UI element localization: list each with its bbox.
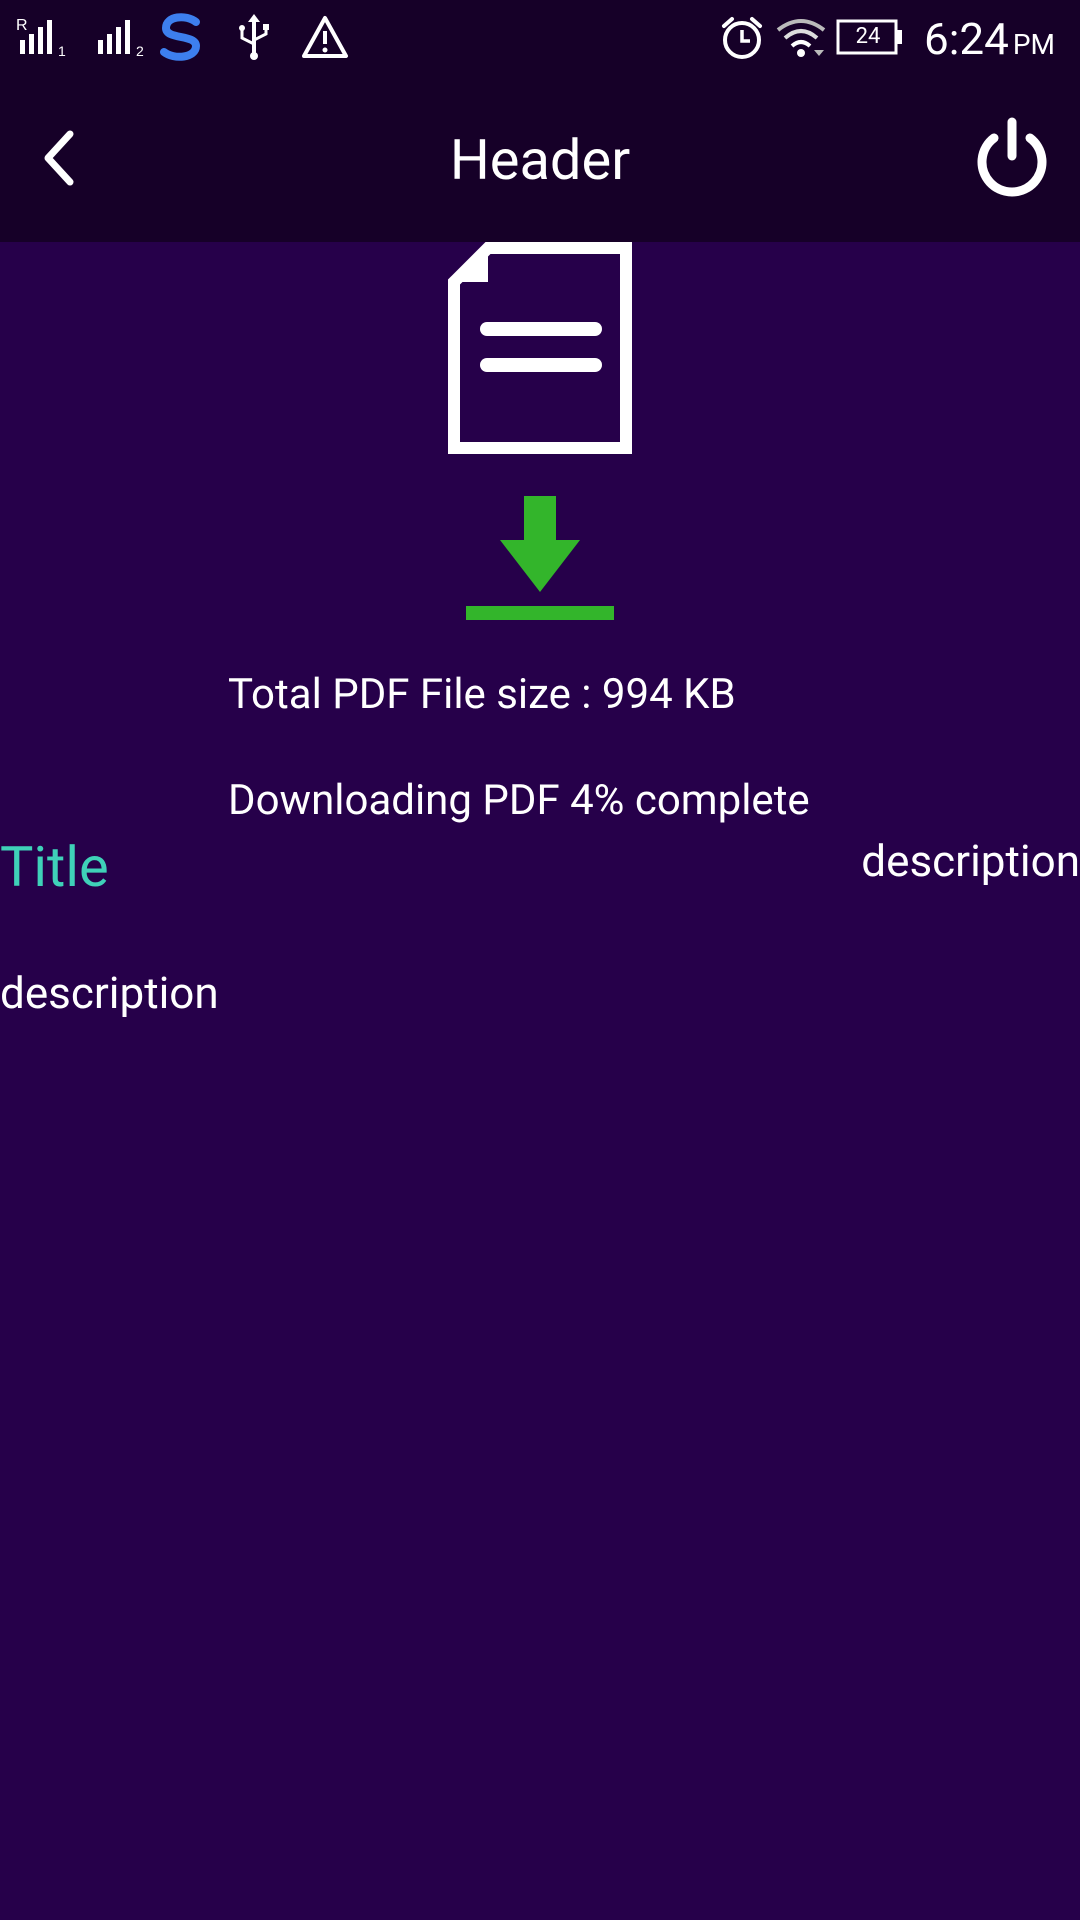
status-time-ampm: PM [1012,28,1055,61]
wifi-icon [776,19,826,57]
item-description-left: description [0,967,219,1019]
item-title: Title [0,834,109,900]
document-icon [448,242,632,454]
svg-text:R: R [16,17,28,34]
back-button[interactable] [30,122,94,194]
alarm-icon [722,17,762,59]
warning-icon [302,16,348,58]
svg-text:1: 1 [58,43,66,58]
file-size-text: Total PDF File size : 994 KB [228,670,736,719]
status-time-value: 6:24 [924,13,1009,65]
app-bar: Header [0,78,1080,242]
usb-icon [239,14,269,60]
chevron-left-icon [44,130,74,186]
download-progress-text: Downloading PDF 4% complete [228,776,810,825]
power-icon [977,117,1047,197]
download-arrow-icon [466,496,614,620]
signal-sim2-icon: 2 [98,20,144,58]
download-content: Total PDF File size : 994 KB Downloading… [0,242,1080,1920]
battery-level-text: 24 [855,24,881,49]
status-bar: R 1 2 24 6:24 PM [0,0,1080,78]
item-description-right: description [861,835,1080,887]
page-title: Header [449,127,631,193]
power-button[interactable] [970,116,1054,200]
app-s-icon [160,13,201,61]
signal-roaming-icon: R 1 [16,17,66,58]
status-time: 6:24 PM [924,12,1055,72]
svg-text:2: 2 [136,43,144,58]
